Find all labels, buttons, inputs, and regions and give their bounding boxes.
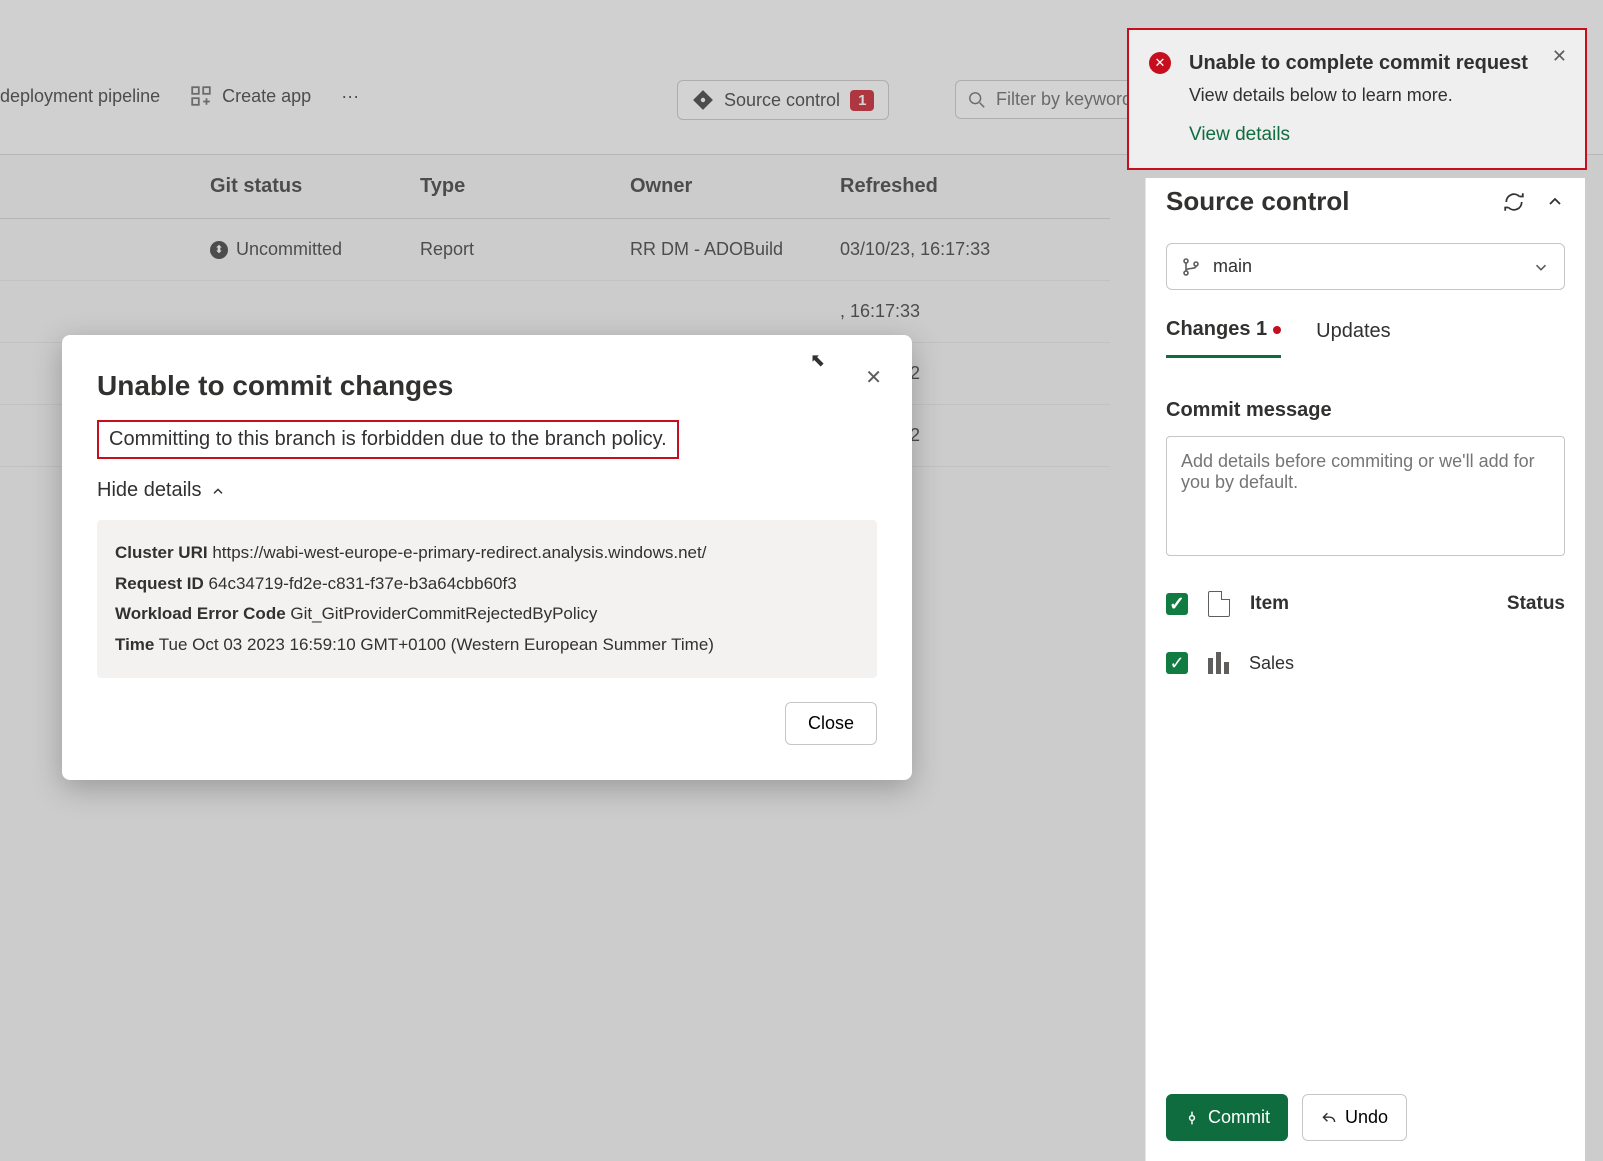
items-header: ✓ Item Status (1166, 591, 1565, 617)
table-row[interactable]: , 16:17:33 (0, 281, 1110, 343)
more-menu[interactable]: ··· (341, 86, 359, 107)
detail-key: Time (115, 635, 154, 654)
dialog-close-icon[interactable]: ✕ (865, 365, 882, 390)
toast-close-icon[interactable]: ✕ (1552, 46, 1567, 67)
detail-value: 64c34719-fd2e-c831-f37e-b3a64cbb60f3 (209, 574, 517, 593)
error-icon: ✕ (1149, 52, 1171, 74)
refreshed-value: 03/10/23, 16:17:33 (840, 239, 1050, 260)
source-control-badge: 1 (850, 90, 874, 111)
tab-updates[interactable]: Updates (1316, 318, 1391, 358)
branch-selector[interactable]: main (1166, 243, 1565, 290)
git-status-value: Uncommitted (236, 239, 342, 260)
file-icon (1208, 591, 1230, 617)
filter-placeholder: Filter by keyword (996, 89, 1132, 110)
refreshed-value: , 16:17:33 (840, 301, 1050, 322)
hide-details-label: Hide details (97, 479, 202, 502)
col-git-status[interactable]: Git status (210, 175, 420, 198)
col-owner[interactable]: Owner (630, 175, 840, 198)
table-row[interactable]: ⬍ Uncommitted Report RR DM - ADOBuild 03/… (0, 219, 1110, 281)
col-status-label: Status (1507, 593, 1565, 615)
panel-tabs: Changes 1 Updates (1166, 318, 1565, 359)
select-all-checkbox[interactable]: ✓ (1166, 593, 1188, 615)
uncommitted-icon: ⬍ (210, 241, 228, 259)
source-control-button[interactable]: Source control 1 (677, 80, 889, 120)
branch-name: main (1213, 256, 1252, 277)
toast-body: View details below to learn more. (1189, 85, 1535, 106)
undo-icon (1321, 1110, 1337, 1126)
commit-icon (1184, 1110, 1200, 1126)
undo-button-label: Undo (1345, 1107, 1388, 1128)
detail-value: Git_GitProviderCommitRejectedByPolicy (290, 604, 597, 623)
unsynced-indicator-icon (1273, 326, 1281, 334)
detail-value: https://wabi-west-europe-e-primary-redir… (212, 543, 706, 562)
owner-value: RR DM - ADOBuild (630, 239, 840, 260)
search-icon (968, 91, 986, 109)
detail-key: Cluster URI (115, 543, 208, 562)
deployment-pipeline-link[interactable]: deployment pipeline (0, 86, 160, 107)
mouse-cursor-icon: ⬉ (810, 350, 825, 371)
filter-input[interactable]: Filter by keyword (955, 80, 1155, 119)
source-control-panel: Source control main Changes 1 Updates Co… (1145, 178, 1585, 1161)
create-app-link[interactable]: Create app (190, 85, 311, 107)
report-icon (1208, 652, 1229, 674)
error-details: Cluster URI https://wabi-west-europe-e-p… (97, 520, 877, 678)
commit-message-label: Commit message (1166, 399, 1565, 422)
col-item-label: Item (1250, 593, 1289, 615)
changed-item-row[interactable]: ✓ Sales (1166, 652, 1565, 674)
item-checkbox[interactable]: ✓ (1166, 652, 1188, 674)
chevron-up-icon (210, 483, 226, 499)
detail-key: Workload Error Code (115, 604, 286, 623)
branch-icon (1181, 257, 1201, 277)
dialog-error-message: Committing to this branch is forbidden d… (97, 420, 679, 459)
source-control-icon (692, 89, 714, 111)
refresh-icon[interactable] (1503, 191, 1525, 213)
tab-changes-label: Changes 1 (1166, 318, 1267, 341)
commit-button-label: Commit (1208, 1107, 1270, 1128)
error-toast: ✕ ✕ Unable to complete commit request Vi… (1127, 28, 1587, 170)
commit-message-input[interactable] (1166, 436, 1565, 556)
undo-button[interactable]: Undo (1302, 1094, 1407, 1141)
col-refreshed[interactable]: Refreshed (840, 175, 1050, 198)
error-dialog: Unable to commit changes ✕ Committing to… (62, 335, 912, 780)
toast-title: Unable to complete commit request (1189, 50, 1535, 77)
panel-title: Source control (1166, 186, 1349, 217)
collapse-icon[interactable] (1545, 191, 1565, 213)
type-value: Report (420, 239, 630, 260)
item-name: Sales (1249, 653, 1294, 674)
view-details-link[interactable]: View details (1189, 124, 1290, 146)
detail-key: Request ID (115, 574, 204, 593)
close-button[interactable]: Close (785, 702, 877, 745)
tab-changes[interactable]: Changes 1 (1166, 318, 1281, 358)
app-grid-icon (190, 85, 212, 107)
dialog-title: Unable to commit changes (97, 370, 877, 402)
source-control-label: Source control (724, 90, 840, 111)
grid-header: Git status Type Owner Refreshed (0, 155, 1110, 219)
detail-value: Tue Oct 03 2023 16:59:10 GMT+0100 (Weste… (159, 635, 714, 654)
commit-button[interactable]: Commit (1166, 1094, 1288, 1141)
chevron-down-icon (1532, 258, 1550, 276)
col-type[interactable]: Type (420, 175, 630, 198)
hide-details-toggle[interactable]: Hide details (97, 479, 877, 502)
create-app-label: Create app (222, 86, 311, 107)
